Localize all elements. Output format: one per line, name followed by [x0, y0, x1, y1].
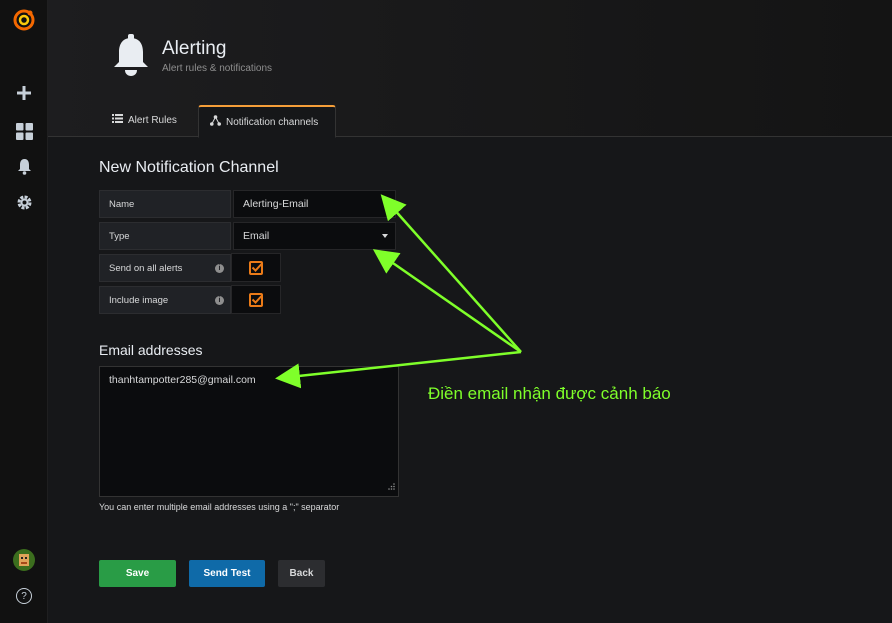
info-icon[interactable]: i	[215, 264, 224, 273]
send-all-checkbox[interactable]	[249, 261, 263, 275]
name-input[interactable]: Alerting-Email	[233, 190, 396, 218]
send-all-label-text: Send on all alerts	[109, 262, 183, 274]
back-button[interactable]: Back	[278, 560, 325, 587]
include-image-label-text: Include image	[109, 294, 169, 306]
plus-icon[interactable]	[12, 81, 36, 105]
page-subtitle: Alert rules & notifications	[162, 63, 273, 74]
name-label-text: Name	[109, 198, 135, 210]
grafana-logo-icon[interactable]	[12, 8, 36, 32]
type-label-text: Type	[109, 230, 130, 242]
send-all-checkbox-cell	[231, 253, 281, 282]
share-icon	[210, 115, 221, 129]
annotation-text: Điền email nhận được cảnh báo	[428, 384, 671, 403]
page-title: Alerting	[162, 38, 227, 59]
type-select[interactable]: Email	[233, 222, 396, 250]
save-button[interactable]: Save	[99, 560, 176, 587]
email-textarea-value: thanhtampotter285@gmail.com	[109, 374, 256, 386]
resize-handle-icon[interactable]	[388, 481, 395, 493]
name-input-value: Alerting-Email	[243, 198, 309, 210]
send-test-button[interactable]: Send Test	[189, 560, 265, 587]
form-heading: New Notification Channel	[99, 159, 279, 176]
info-icon[interactable]: i	[215, 296, 224, 305]
help-icon[interactable]: ?	[12, 584, 36, 608]
tab-label: Notification channels	[226, 116, 319, 128]
name-label: Name	[99, 190, 231, 218]
email-textarea[interactable]: thanhtampotter285@gmail.com	[99, 366, 399, 497]
help-label: ?	[16, 588, 32, 604]
tab-label: Alert Rules	[128, 114, 177, 126]
gear-icon[interactable]	[12, 190, 36, 214]
bell-large-icon	[112, 34, 150, 81]
tab-notification-channels[interactable]: Notification channels	[198, 105, 336, 138]
include-image-checkbox[interactable]	[249, 293, 263, 307]
include-image-checkbox-cell	[231, 285, 281, 314]
email-heading: Email addresses	[99, 342, 203, 358]
bell-icon[interactable]	[12, 154, 36, 178]
checkmark-icon	[251, 295, 263, 304]
send-all-label: Send on all alerts i	[99, 254, 231, 282]
checkmark-icon	[251, 263, 263, 272]
caret-down-icon	[382, 234, 388, 238]
tab-alert-rules[interactable]: Alert Rules	[103, 104, 193, 136]
type-select-value: Email	[243, 230, 270, 242]
list-icon	[112, 114, 123, 126]
dashboards-icon[interactable]	[12, 119, 36, 143]
type-label: Type	[99, 222, 231, 250]
include-image-label: Include image i	[99, 286, 231, 314]
avatar[interactable]	[12, 548, 36, 572]
sidebar: ?	[0, 0, 48, 623]
email-helper-text: You can enter multiple email addresses u…	[99, 502, 340, 512]
